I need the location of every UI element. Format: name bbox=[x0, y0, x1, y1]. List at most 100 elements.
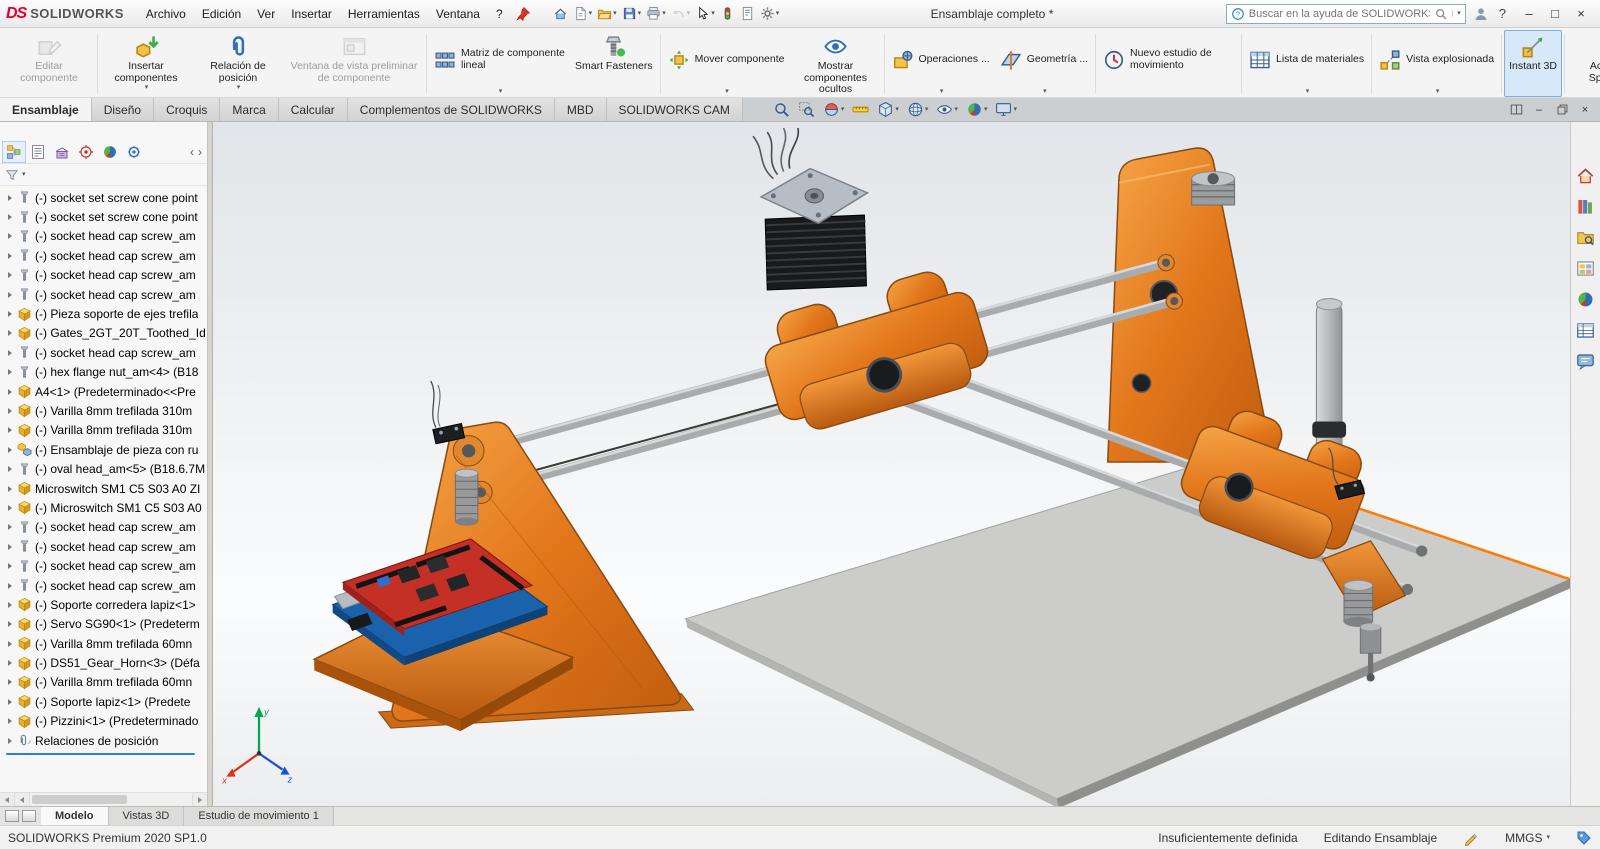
appearances-scenes-tab[interactable] bbox=[1575, 288, 1597, 310]
tree-item[interactable]: (-) Pieza soporte de ejes trefila bbox=[0, 304, 207, 323]
menu-insertar[interactable]: Insertar bbox=[283, 4, 340, 24]
tab-list-icon[interactable] bbox=[5, 810, 19, 822]
home-button[interactable] bbox=[551, 5, 570, 22]
expand-arrow-icon[interactable] bbox=[4, 641, 16, 647]
expand-arrow-icon[interactable] bbox=[4, 447, 16, 453]
expand-arrow-icon[interactable] bbox=[4, 330, 16, 336]
new-document-button[interactable]: ▾ bbox=[571, 5, 595, 22]
tree-item[interactable]: (-) hex flange nut_am<4> (B18 bbox=[0, 363, 207, 382]
propertymanager-tab[interactable] bbox=[26, 141, 50, 163]
expand-arrow-icon[interactable] bbox=[4, 544, 16, 550]
expand-arrow-icon[interactable] bbox=[4, 524, 16, 530]
filter-dropdown-icon[interactable]: ▾ bbox=[22, 171, 26, 178]
edit-component-button[interactable]: Editar componente bbox=[3, 30, 95, 97]
tree-item[interactable]: (-) socket head cap screw_am bbox=[0, 576, 207, 595]
expand-arrow-icon[interactable] bbox=[4, 214, 16, 220]
file-explorer-tab[interactable] bbox=[1575, 226, 1597, 248]
dropdown-arrow-icon[interactable]: ▾ bbox=[940, 88, 944, 95]
expand-arrow-icon[interactable] bbox=[4, 233, 16, 239]
expand-arrow-icon[interactable] bbox=[4, 602, 16, 608]
tab-ensamblaje[interactable]: Ensamblaje bbox=[0, 98, 92, 121]
tree-horizontal-scrollbar[interactable] bbox=[0, 792, 207, 806]
configurationmanager-tab[interactable] bbox=[50, 141, 74, 163]
viewport-pane-button[interactable] bbox=[1506, 103, 1526, 116]
tree-item[interactable]: (-) Microswitch SM1 C5 S03 A0 bbox=[0, 498, 207, 517]
rollback-bar[interactable] bbox=[6, 753, 195, 755]
component-preview-window-button[interactable]: Ventana de vista preliminar de component… bbox=[284, 30, 424, 97]
instant-3d-button[interactable]: Instant 3D bbox=[1504, 30, 1562, 97]
expand-arrow-icon[interactable] bbox=[4, 272, 16, 278]
hide-show-items-button[interactable]: ▾ bbox=[934, 100, 960, 119]
tree-item[interactable]: (-) socket head cap screw_am bbox=[0, 266, 207, 285]
solidworks-resources-tab[interactable] bbox=[1575, 164, 1597, 186]
tree-item[interactable]: (-) socket head cap screw_am bbox=[0, 285, 207, 304]
expand-arrow-icon[interactable] bbox=[4, 253, 16, 259]
options-button[interactable]: ▾ bbox=[758, 5, 782, 22]
panel-scroll-right[interactable]: › bbox=[198, 145, 202, 159]
tab-modelo[interactable]: Modelo bbox=[41, 807, 109, 825]
solidworks-forum-tab[interactable] bbox=[1575, 350, 1597, 372]
tab-croquis[interactable]: Croquis bbox=[154, 98, 220, 121]
expand-arrow-icon[interactable] bbox=[4, 389, 16, 395]
exploded-view-button[interactable]: Vista explosionada ▾ bbox=[1374, 30, 1499, 97]
help-search[interactable]: ? ▾ bbox=[1226, 4, 1466, 24]
help-button[interactable]: ? bbox=[1496, 6, 1509, 21]
tree-item[interactable]: (-) Varilla 8mm trefilada 310m bbox=[0, 401, 207, 420]
view-settings-button[interactable]: ▾ bbox=[993, 100, 1019, 119]
user-icon[interactable] bbox=[1473, 6, 1489, 22]
tree-item[interactable]: (-) Soporte lapiz<1> (Predete bbox=[0, 692, 207, 711]
select-button[interactable]: ▾ bbox=[693, 5, 717, 22]
scroll-track[interactable] bbox=[30, 793, 192, 806]
tree-item[interactable]: (-) socket set screw cone point bbox=[0, 188, 207, 207]
tree-item[interactable]: Relaciones de posición bbox=[0, 731, 207, 750]
menu-herramientas[interactable]: Herramientas bbox=[340, 4, 428, 24]
measure-button[interactable] bbox=[850, 100, 871, 119]
document-restore-button[interactable] bbox=[1552, 103, 1572, 116]
dropdown-arrow-icon[interactable]: ▾ bbox=[1043, 88, 1047, 95]
cam-feature-tree-tab[interactable] bbox=[122, 141, 146, 163]
expand-arrow-icon[interactable] bbox=[4, 486, 16, 492]
display-style-button[interactable]: ▾ bbox=[905, 100, 931, 119]
scroll-left-button[interactable] bbox=[0, 793, 15, 806]
document-close-button[interactable]: × bbox=[1575, 104, 1595, 116]
zoom-to-fit-button[interactable] bbox=[771, 100, 792, 119]
tab-vistas-3d[interactable]: Vistas 3D bbox=[109, 807, 185, 825]
search-input[interactable] bbox=[1249, 8, 1430, 20]
expand-arrow-icon[interactable] bbox=[4, 195, 16, 201]
expand-arrow-icon[interactable] bbox=[4, 563, 16, 569]
dropdown-arrow-icon[interactable]: ▾ bbox=[237, 84, 241, 91]
3d-model-view[interactable]: y x z bbox=[213, 122, 1570, 806]
minimize-button[interactable]: – bbox=[1516, 6, 1542, 21]
tree-item[interactable]: (-) Gates_2GT_20T_Toothed_Id bbox=[0, 324, 207, 343]
assembly-features-button[interactable]: Operaciones ... ▾ bbox=[887, 30, 995, 97]
file-properties-button[interactable] bbox=[738, 5, 757, 22]
menu-help[interactable]: ? bbox=[488, 4, 511, 24]
tree-item[interactable]: (-) DS51_Gear_Horn<3> (Défa bbox=[0, 653, 207, 672]
mate-button[interactable]: Relación de posición ▾ bbox=[192, 30, 284, 97]
dropdown-arrow-icon[interactable]: ▾ bbox=[725, 88, 729, 95]
scroll-left-button-2[interactable] bbox=[15, 793, 30, 806]
zoom-to-area-button[interactable] bbox=[796, 100, 817, 119]
expand-arrow-icon[interactable] bbox=[4, 369, 16, 375]
custom-properties-tab[interactable] bbox=[1575, 319, 1597, 341]
tab-diseno[interactable]: Diseño bbox=[92, 98, 154, 121]
linear-component-pattern-button[interactable]: Matriz de componente lineal ▾ bbox=[429, 30, 570, 97]
edit-appearance-button[interactable]: ▾ bbox=[964, 100, 990, 119]
units-selector[interactable]: MMGS▾ bbox=[1505, 831, 1550, 845]
move-component-button[interactable]: Mover componente ▾ bbox=[663, 30, 790, 97]
bill-of-materials-button[interactable]: Lista de materiales ▾ bbox=[1244, 30, 1369, 97]
save-button[interactable]: ▾ bbox=[620, 5, 644, 22]
reference-geometry-button[interactable]: Geometría ... ▾ bbox=[995, 30, 1093, 97]
menu-edicion[interactable]: Edición bbox=[194, 4, 249, 24]
tab-estudio-de-movimiento-1[interactable]: Estudio de movimiento 1 bbox=[184, 807, 333, 825]
tree-item[interactable]: A4<1> (Predeterminado<<Pre bbox=[0, 382, 207, 401]
tree-item[interactable]: (-) socket head cap screw_am bbox=[0, 343, 207, 362]
panel-tab-scroll-arrows[interactable]: ‹› bbox=[190, 145, 205, 159]
tree-item[interactable]: (-) Ensamblaje de pieza con ru bbox=[0, 440, 207, 459]
tab-complementos[interactable]: Complementos de SOLIDWORKS bbox=[348, 98, 555, 121]
tags-icon[interactable] bbox=[1576, 830, 1592, 846]
dropdown-arrow-icon[interactable]: ▾ bbox=[1436, 88, 1440, 95]
smart-fasteners-button[interactable]: Smart Fasteners bbox=[570, 30, 658, 97]
tab-marca[interactable]: Marca bbox=[220, 98, 278, 121]
tree-item[interactable]: (-) Servo SG90<1> (Predeterm bbox=[0, 615, 207, 634]
